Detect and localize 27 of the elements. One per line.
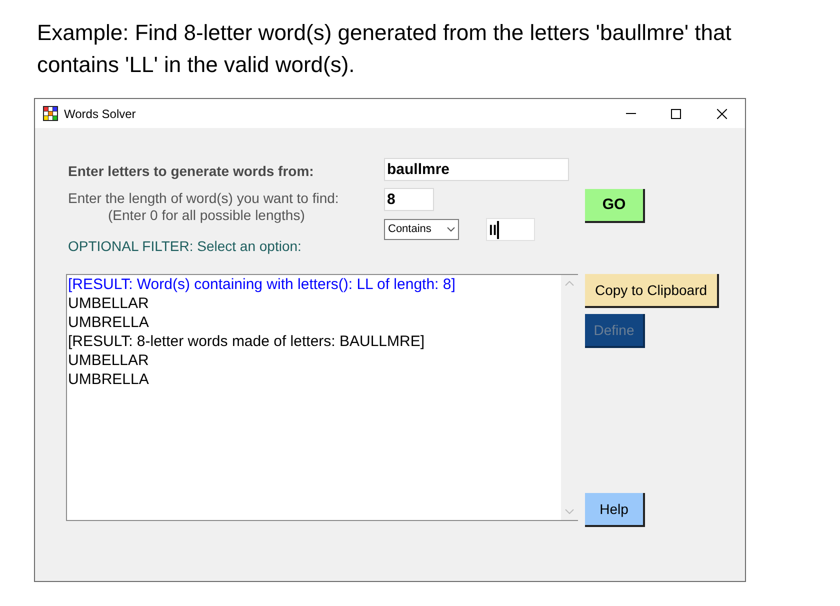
field-label: OPTIONAL FILTER: Select an option: — [68, 238, 302, 255]
scroll-up-icon[interactable] — [565, 281, 574, 286]
app-icon — [43, 106, 58, 121]
length-input[interactable]: 8 — [384, 188, 434, 211]
result-line: UMBRELLA — [68, 370, 150, 389]
filter-dropdown[interactable]: Contains — [384, 219, 459, 240]
scrollbar[interactable] — [561, 275, 578, 520]
filter-input[interactable]: ll — [486, 218, 535, 241]
copy-button[interactable]: Copy to Clipboard — [585, 274, 719, 308]
result-line: [RESULT: Word(s) containing with letters(): LL of length: 8] — [68, 275, 456, 294]
field-label: Enter the length of word(s) you want to find: — [68, 190, 340, 207]
close-icon[interactable] — [717, 108, 727, 118]
help-button[interactable]: Help — [585, 493, 645, 527]
caption: Example: Find 8-letter word(s) generated from the letters 'baullmre' that contains 'LL' in the valid word(s). — [37, 19, 732, 79]
result-line: UMBRELLA — [68, 313, 150, 332]
chevron-icon — [447, 227, 455, 232]
window-title: Words Solver — [64, 106, 136, 122]
go-button[interactable]: GO — [585, 189, 645, 223]
minimize-icon[interactable] — [626, 113, 636, 114]
maximize-icon[interactable] — [671, 108, 681, 118]
letters-input[interactable]: baullmre — [384, 158, 569, 181]
hint-text: (Enter 0 for all possible lengths) — [107, 207, 306, 224]
result-line: [RESULT: 8-letter words made of letters: BAULLMRE] — [68, 332, 426, 351]
field-label: Enter letters to generate words from: — [68, 162, 315, 181]
scroll-down-icon[interactable] — [565, 509, 574, 514]
result-line: UMBELLAR — [68, 351, 150, 370]
result-line: UMBELLAR — [68, 294, 150, 313]
